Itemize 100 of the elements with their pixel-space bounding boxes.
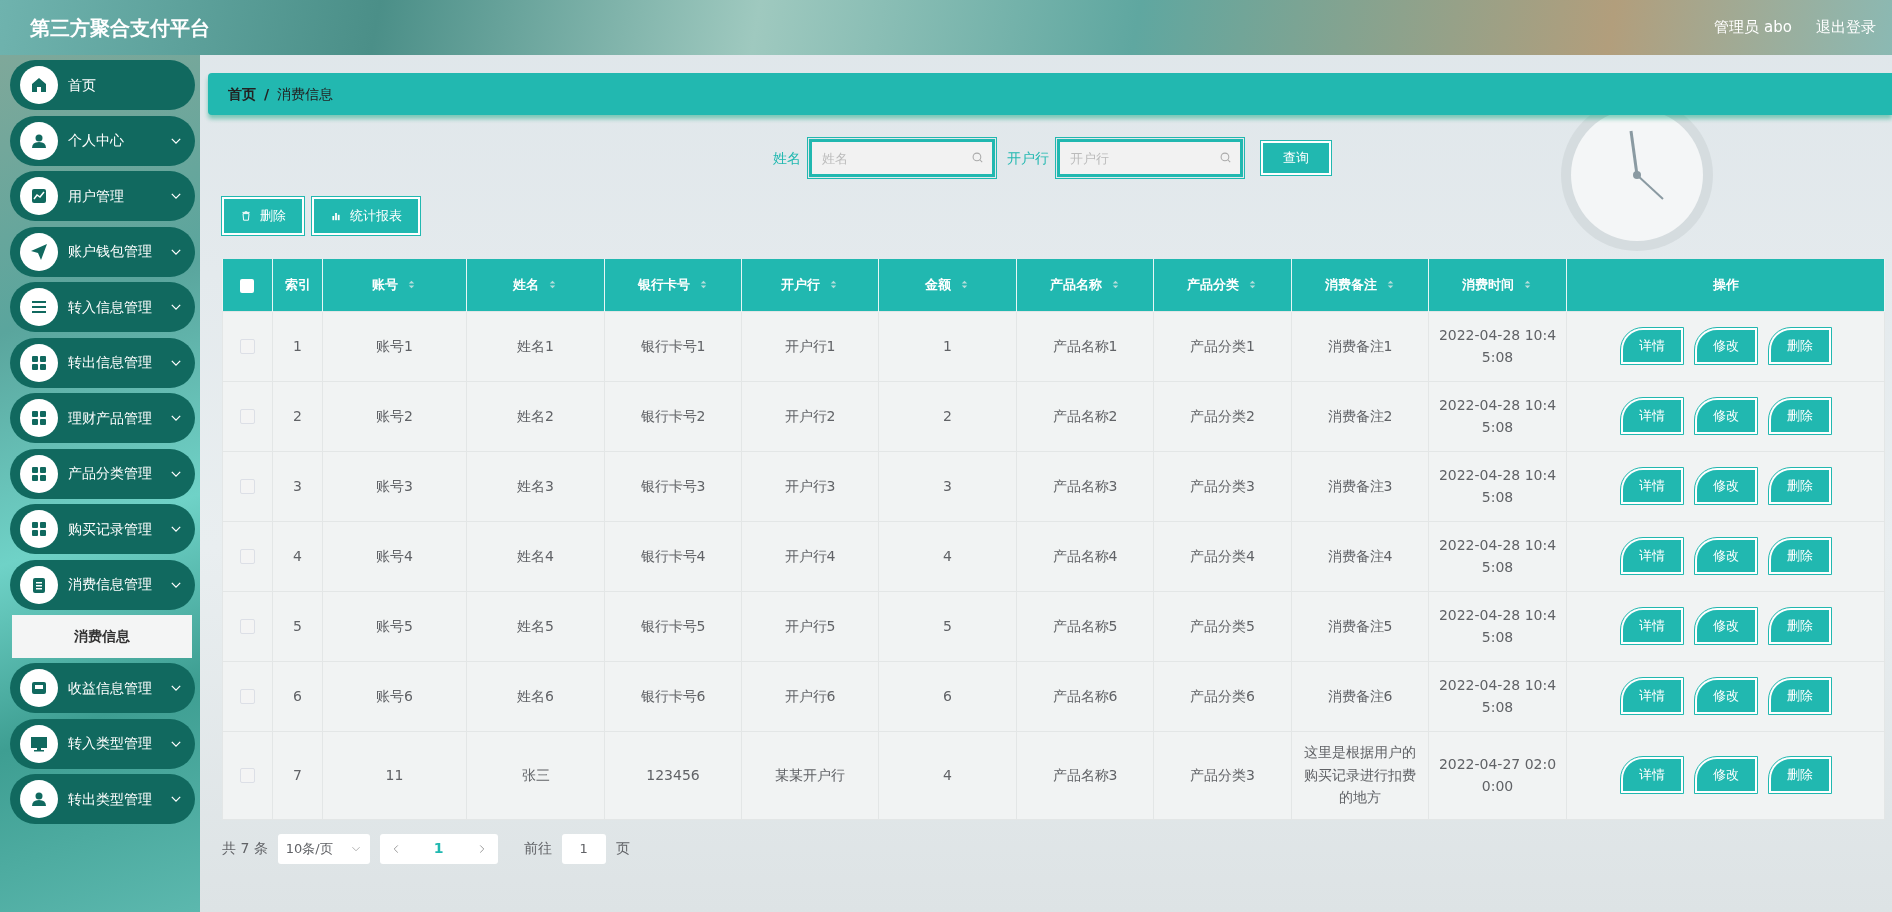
sidebar-menu-item[interactable]: 转出类型管理 bbox=[10, 774, 195, 824]
table-cell: 某某开户行 bbox=[775, 766, 845, 783]
edit-button[interactable]: 修改 bbox=[1694, 608, 1757, 644]
table-cell: 姓名4 bbox=[517, 547, 554, 564]
table-cell: 银行卡号4 bbox=[640, 547, 706, 564]
row-checkbox[interactable] bbox=[240, 479, 255, 495]
edit-button[interactable]: 修改 bbox=[1694, 678, 1757, 714]
delete-button[interactable]: 删除 bbox=[1768, 468, 1831, 504]
table-cell: 开户行3 bbox=[784, 477, 836, 494]
edit-button[interactable]: 修改 bbox=[1694, 538, 1757, 574]
details-button[interactable]: 详情 bbox=[1620, 398, 1683, 434]
details-button[interactable]: 详情 bbox=[1620, 678, 1683, 714]
table-cell: 姓名1 bbox=[517, 337, 554, 354]
table-cell: 银行卡号5 bbox=[640, 617, 706, 634]
goto-label: 前往 bbox=[523, 839, 552, 858]
details-button[interactable]: 详情 bbox=[1620, 757, 1683, 793]
table-cell: 消费备注5 bbox=[1327, 617, 1393, 634]
sidebar-menu-item[interactable]: 账户钱包管理 bbox=[10, 226, 195, 277]
total-count: 共 7 条 bbox=[222, 839, 268, 858]
column-header[interactable]: 开户行 bbox=[781, 275, 839, 295]
table-cell: 3 bbox=[943, 477, 952, 494]
table-cell: 2022-04-28 10:45:08 bbox=[1438, 466, 1557, 505]
sidebar-menu-item[interactable]: 用户管理 bbox=[10, 171, 195, 221]
table-cell: 产品名称3 bbox=[1052, 766, 1118, 783]
column-header[interactable]: 姓名 bbox=[513, 275, 558, 295]
delete-button[interactable]: 删除 bbox=[1768, 328, 1831, 364]
table-cell: 银行卡号2 bbox=[640, 407, 706, 424]
table-cell: 2022-04-28 10:45:08 bbox=[1438, 676, 1557, 715]
search-button[interactable]: 查询 bbox=[1261, 141, 1331, 175]
table-cell: 消费备注4 bbox=[1327, 547, 1393, 564]
delete-button[interactable]: 删除 bbox=[1768, 608, 1831, 644]
table-cell: 1 bbox=[943, 337, 952, 354]
edit-button[interactable]: 修改 bbox=[1694, 328, 1757, 364]
table-cell: 产品名称4 bbox=[1052, 547, 1118, 564]
table-cell: 产品分类1 bbox=[1190, 337, 1255, 354]
sidebar-menu-item[interactable]: 个人中心 bbox=[10, 115, 195, 166]
row-checkbox[interactable] bbox=[240, 339, 255, 355]
goto-page-field[interactable]: 1 bbox=[561, 833, 606, 864]
table-cell: 消费备注2 bbox=[1327, 407, 1393, 424]
sidebar-menu-item[interactable]: 消费信息管理 bbox=[10, 559, 195, 610]
breadcrumb-separator: / bbox=[264, 84, 270, 104]
breadcrumb-link[interactable]: 首页 bbox=[228, 83, 256, 105]
table-cell: 开户行1 bbox=[784, 337, 836, 354]
bar-chart-icon bbox=[330, 210, 342, 222]
report-button[interactable]: 统计报表 bbox=[312, 197, 420, 235]
edit-button[interactable]: 修改 bbox=[1694, 757, 1757, 793]
table-cell: 账号6 bbox=[376, 687, 413, 704]
sidebar-menu-item[interactable]: 购买记录管理 bbox=[10, 504, 195, 554]
delete-button[interactable]: 删除 bbox=[1768, 757, 1831, 793]
table-cell: 开户行4 bbox=[784, 547, 836, 564]
table-cell: 4 bbox=[943, 766, 952, 783]
edit-button[interactable]: 修改 bbox=[1694, 398, 1757, 434]
row-checkbox[interactable] bbox=[240, 768, 255, 784]
sidebar-menu-item[interactable]: 转出信息管理 bbox=[10, 337, 195, 388]
sidebar-menu-item[interactable]: 理财产品管理 bbox=[10, 393, 195, 443]
table-cell: 姓名5 bbox=[517, 617, 554, 634]
sidebar-menu-item[interactable]: 转入信息管理 bbox=[10, 282, 195, 332]
column-header[interactable]: 消费时间 bbox=[1462, 275, 1533, 295]
column-header[interactable]: 产品分类 bbox=[1187, 275, 1258, 295]
table-cell: 账号3 bbox=[376, 477, 413, 494]
page-size-select[interactable]: 10条/页 bbox=[277, 833, 370, 864]
column-header[interactable]: 金额 bbox=[925, 275, 970, 295]
row-checkbox[interactable] bbox=[240, 549, 255, 565]
delete-button[interactable]: 删除 bbox=[1768, 398, 1831, 434]
grid-icon bbox=[29, 519, 49, 539]
paper-plane-icon bbox=[29, 241, 49, 262]
table-cell: 产品名称2 bbox=[1052, 407, 1118, 424]
search-icon bbox=[1219, 151, 1233, 165]
sidebar-menu-item[interactable]: 转入类型管理 bbox=[10, 718, 195, 769]
table-cell: 7 bbox=[293, 766, 302, 783]
delete-button[interactable]: 删除 bbox=[1768, 538, 1831, 574]
row-checkbox[interactable] bbox=[240, 409, 255, 425]
table-cell: 6 bbox=[293, 687, 302, 704]
row-checkbox[interactable] bbox=[240, 619, 255, 635]
logout-link[interactable]: 退出登录 bbox=[1816, 16, 1876, 39]
select-all-checkbox[interactable] bbox=[240, 278, 255, 293]
delete-button[interactable]: 删除 bbox=[1768, 678, 1831, 714]
table-cell: 账号2 bbox=[376, 407, 413, 424]
details-button[interactable]: 详情 bbox=[1620, 468, 1683, 504]
sidebar-submenu-item[interactable]: 消费信息 bbox=[12, 615, 192, 658]
sidebar-menu-item[interactable]: 首页 bbox=[10, 60, 195, 110]
breadcrumb-current: 消费信息 bbox=[277, 84, 334, 104]
search-label: 姓名 bbox=[773, 148, 801, 168]
page-number[interactable]: 1 bbox=[429, 838, 448, 859]
table-cell: 6 bbox=[943, 687, 952, 704]
table-cell: 银行卡号6 bbox=[640, 687, 706, 704]
column-header[interactable]: 账号 bbox=[372, 275, 417, 295]
table-cell: 消费备注6 bbox=[1327, 687, 1393, 704]
edit-button[interactable]: 修改 bbox=[1694, 468, 1757, 504]
details-button[interactable]: 详情 bbox=[1620, 328, 1683, 364]
details-button[interactable]: 详情 bbox=[1620, 608, 1683, 644]
table-cell: 2022-04-28 10:45:08 bbox=[1438, 606, 1557, 645]
row-checkbox[interactable] bbox=[240, 689, 255, 705]
table-cell: 产品分类4 bbox=[1190, 547, 1255, 564]
sidebar-menu-item[interactable]: 收益信息管理 bbox=[10, 663, 195, 713]
details-button[interactable]: 详情 bbox=[1620, 538, 1683, 574]
table-cell: 账号5 bbox=[376, 617, 413, 634]
sidebar-menu-item[interactable]: 产品分类管理 bbox=[10, 448, 195, 499]
delete-button[interactable]: 删除 bbox=[222, 197, 304, 235]
table-cell: 2022-04-28 10:45:08 bbox=[1438, 536, 1557, 575]
